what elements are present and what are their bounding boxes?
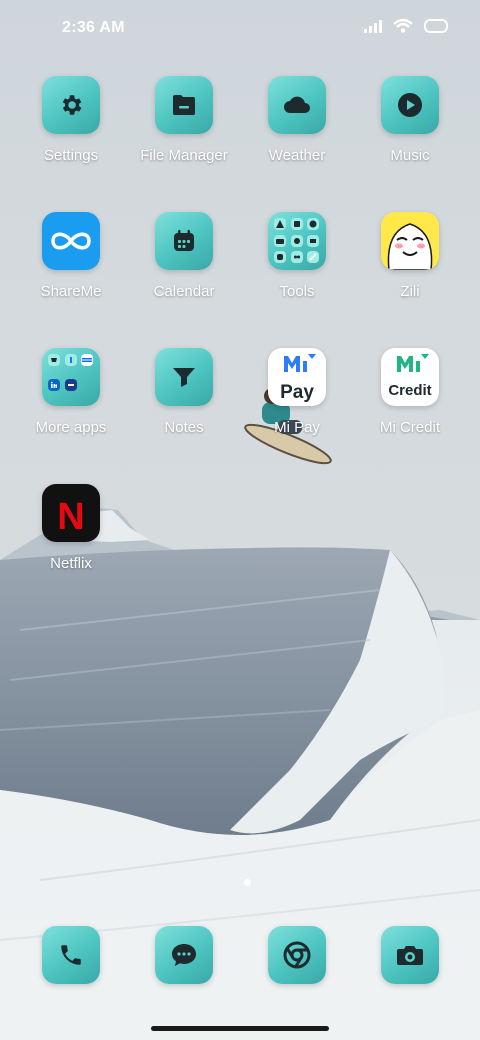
app-label-music: Music [390,147,430,164]
mini-app-icon [290,218,303,230]
infinity-icon [51,232,91,250]
cloud-icon [284,96,310,113]
mi-pay-logo: Pay [280,354,316,403]
app-settings[interactable]: Settings [15,76,127,188]
signal-icon [364,20,382,33]
status-icons [364,18,450,34]
folder-icon-more-apps [42,348,100,406]
app-netflix[interactable]: N Netflix [15,484,127,596]
app-icon-netflix: N [42,484,100,542]
status-bar: 2:36 AM [0,0,480,56]
app-icon-file-manager [155,76,213,134]
app-icon-mi-pay: Pay [268,348,326,406]
mini-app-icon [307,234,320,247]
app-file-manager[interactable]: File Manager [128,76,240,188]
mini-app-icon [307,251,320,264]
folder-tools[interactable]: Tools [241,212,353,324]
home-gesture-bar[interactable] [151,1026,329,1031]
mini-app-icon [48,354,60,366]
netflix-logo: N [57,496,84,538]
gear-icon [62,95,82,115]
smiley-icon [387,223,433,270]
app-weather[interactable]: Weather [241,76,353,188]
app-icon-shareme [42,212,100,270]
folder-icon [173,95,195,115]
mi-credit-logo-text: Credit [388,382,431,399]
folder-more-apps[interactable]: More apps [15,348,127,460]
folder-preview-grid [48,354,94,400]
folder-preview-grid [274,218,320,264]
app-label-netflix: Netflix [50,555,92,572]
funnel-icon [173,368,195,387]
mini-app-icon [290,234,303,247]
mini-app-icon [64,379,77,391]
app-icon-music [381,76,439,134]
mini-app-icon [64,354,77,366]
app-music[interactable]: Music [354,76,466,188]
mini-app-icon [307,218,320,230]
app-label-mi-credit: Mi Credit [379,419,440,436]
dock-camera[interactable] [381,926,439,984]
dock-messages[interactable] [155,926,213,984]
mini-app-icon [48,379,60,391]
battery-icon [424,19,448,33]
status-time: 2:36 AM [62,19,125,36]
mini-app-icon [274,234,286,247]
app-shareme[interactable]: ShareMe [15,212,127,324]
mini-app-icon [274,251,286,264]
app-icon-zili [381,212,439,270]
play-icon [398,93,422,117]
netflix-logo-text: N [57,496,84,538]
app-icon-notes [155,348,213,406]
dock-chrome[interactable] [268,926,326,984]
chrome-icon [283,941,311,969]
mini-app-empty [81,379,93,391]
page-indicator-dot[interactable] [244,879,251,886]
folder-icon-tools [268,212,326,270]
app-label-zili: Zili [400,283,420,300]
mini-app-icon [290,251,303,264]
app-notes[interactable]: Notes [128,348,240,460]
app-mi-pay[interactable]: Pay Mi Pay [241,348,353,460]
app-zili[interactable]: Zili [354,212,466,324]
app-icon-weather [268,76,326,134]
app-icon-mi-credit: Credit [381,348,439,406]
dock-phone[interactable] [42,926,100,984]
wifi-icon [393,18,413,33]
mini-app-icon [81,354,94,366]
app-icon-calendar [155,212,213,270]
app-mi-credit[interactable]: Credit Mi Credit [354,348,466,460]
app-icon-settings [42,76,100,134]
app-calendar[interactable]: Calendar [128,212,240,324]
messages-icon [172,944,196,966]
mini-app-icon [274,218,286,230]
camera-icon [397,946,423,965]
calendar-icon [174,230,194,251]
mi-pay-logo-text: Pay [280,382,314,403]
mi-credit-logo: Credit [388,354,432,399]
phone-icon [61,945,81,965]
